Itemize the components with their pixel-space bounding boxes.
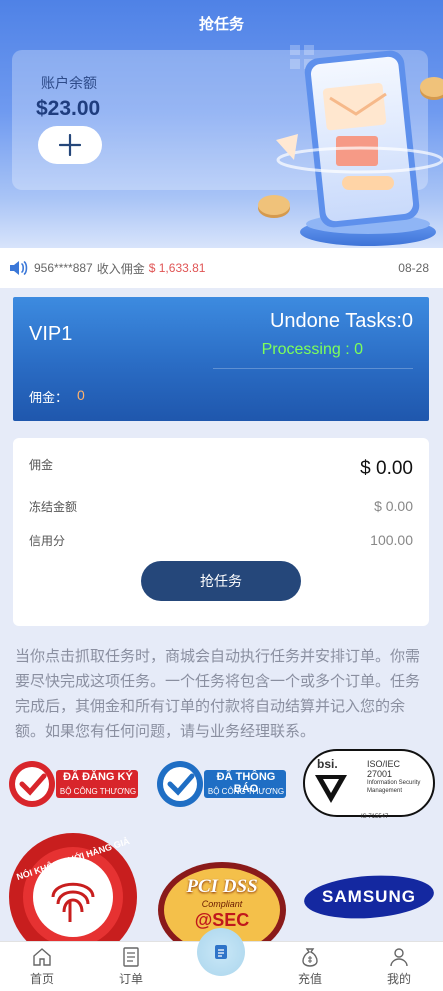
- notified-sub: BỘ CÔNG THƯƠNG: [207, 787, 285, 796]
- orders-icon: [123, 947, 139, 967]
- page-title: 抢任务: [198, 16, 244, 33]
- balance-value: $23.00: [36, 97, 101, 120]
- undone-tasks: Undone Tasks:0: [269, 310, 413, 332]
- anti-counterfeit-seal: NÓI KHÔNG VỚI HÀNG GIẢ: [8, 832, 138, 941]
- notified-badge[interactable]: ĐÃ THÔNG BÁO BỘ CÔNG THƯƠNG: [156, 758, 288, 810]
- plus-icon: [59, 134, 81, 156]
- tab-orders-label: 订单: [118, 972, 143, 986]
- hero-banner: 抢任务 账户余额 $23.00: [0, 0, 443, 248]
- tab-profile[interactable]: 我的: [369, 946, 429, 987]
- task-description: 当你点击抓取任务时，商城会自动执行任务并安排订单。你需要尽快完成这项任务。一个任…: [15, 648, 421, 740]
- bsi-num: 27001: [367, 769, 393, 779]
- notice-date: 08-28: [398, 261, 429, 275]
- home-icon: [33, 948, 51, 966]
- commission-value: 0: [77, 387, 85, 403]
- processing-count: Processing : 0: [261, 341, 363, 358]
- tab-orders[interactable]: 订单: [101, 946, 161, 987]
- bsi-std: ISO/IEC: [367, 759, 401, 769]
- notice-amount: $ 1,633.81: [148, 261, 206, 275]
- tab-recharge-label: 充值: [297, 972, 322, 986]
- bsi-code: IS 715547: [361, 814, 389, 820]
- speaker-icon: [10, 261, 28, 275]
- bsi-iso-badge: bsi. ISO/IEC 27001 Information Security …: [303, 749, 435, 823]
- divider: [213, 368, 413, 369]
- registered-title: ĐÃ ĐĂNG KÝ: [63, 771, 133, 783]
- tab-home[interactable]: 首页: [12, 946, 72, 987]
- pci-title: PCI DSS: [186, 876, 258, 897]
- vip-level: VIP1: [29, 323, 73, 345]
- tab-profile-label: 我的: [386, 972, 411, 986]
- samsung-logo: SAMSUNG: [303, 874, 435, 920]
- commission-label: 佣金：: [29, 390, 69, 405]
- credit-score-label: 信用分: [29, 534, 66, 548]
- recharge-icon: [302, 948, 318, 967]
- samsung-brand: SAMSUNG: [322, 887, 416, 906]
- bottom-tab-bar: 首页 订单 充值 我的: [0, 928, 443, 991]
- pci-sub: Compliant: [201, 899, 243, 909]
- notice-text: 收入佣金: [96, 261, 145, 276]
- notice-account: 956****887: [34, 261, 93, 275]
- income-notice-bar: 956****887 收入佣金 $ 1,633.81 08-28: [0, 248, 443, 288]
- profile-icon: [390, 948, 408, 967]
- commission-row-value: $ 0.00: [360, 458, 413, 479]
- vip-card: VIP1 Undone Tasks:0 Processing : 0 佣金： 0: [13, 297, 429, 421]
- registered-badge[interactable]: ĐÃ ĐĂNG KÝ BỘ CÔNG THƯƠNG: [8, 758, 140, 810]
- grab-task-button[interactable]: 抢任务: [141, 561, 301, 601]
- balance-label: 账户余额: [41, 75, 97, 91]
- phone-illustration: [258, 45, 443, 246]
- task-icon: [215, 945, 227, 959]
- add-funds-button[interactable]: [38, 126, 102, 164]
- frozen-amount-label: 冻结金额: [29, 500, 78, 514]
- bsi-desc2: Management: [367, 788, 403, 794]
- tab-home-label: 首页: [29, 972, 54, 986]
- tab-task-center[interactable]: [197, 928, 245, 976]
- bsi-desc1: Information Security: [367, 780, 421, 786]
- credit-score-value: 100.00: [370, 532, 413, 548]
- registered-sub: BỘ CÔNG THƯƠNG: [59, 787, 137, 796]
- commission-row-label: 佣金: [29, 458, 54, 472]
- frozen-amount-value: $ 0.00: [374, 498, 413, 514]
- tab-recharge[interactable]: 充值: [280, 946, 340, 987]
- bsi-brand: bsi.: [317, 757, 338, 771]
- stats-card: 佣金 $ 0.00 冻结金额 $ 0.00 信用分 100.00 抢任务: [13, 438, 429, 626]
